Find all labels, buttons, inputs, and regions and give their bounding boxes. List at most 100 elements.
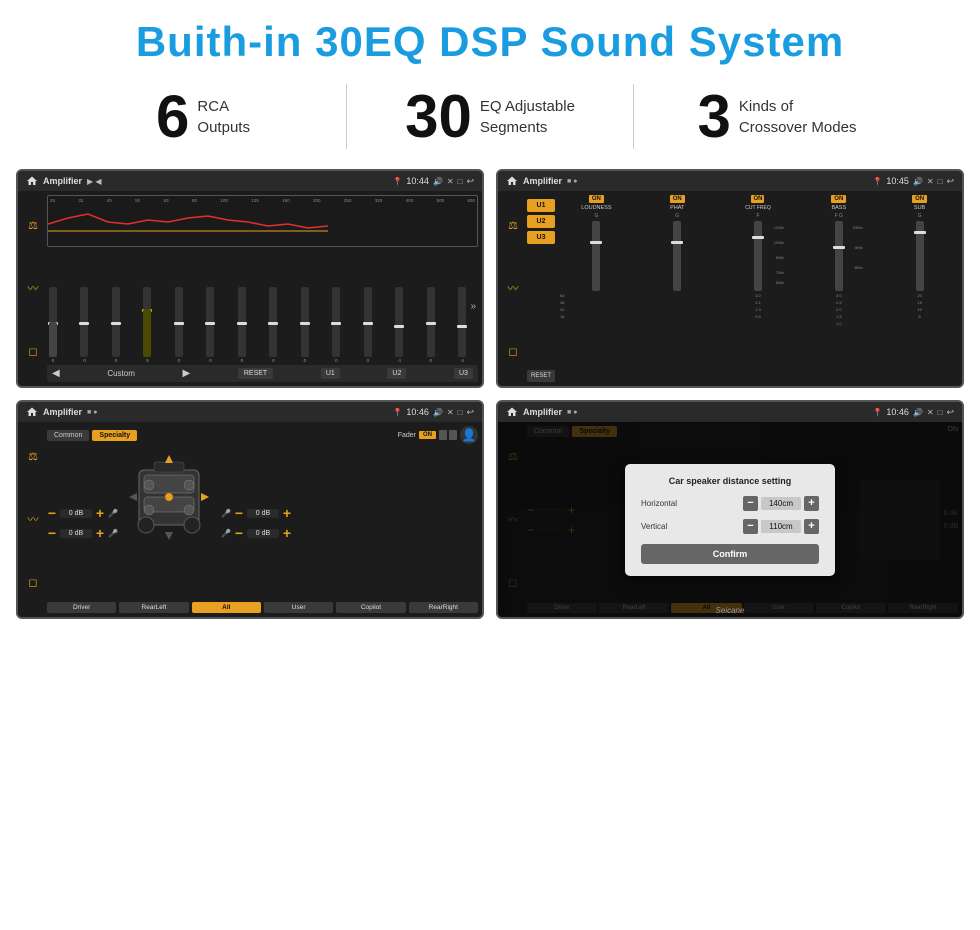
minus-3[interactable]: − [234,505,244,521]
screens-grid: Amplifier ▶ ◀ 📍 10:44 🔊 ✕ □ ↩ ⚖ 〰 ◻ [0,163,980,623]
dialog-vertical-minus[interactable]: − [743,519,758,534]
close-icon-2[interactable]: ✕ [927,177,934,186]
vol-icon-4: 🔊 [913,408,923,417]
amp-body: ⚖ 〰 ◻ U1 U2 U3 RESET ON LOUDNESS G [498,191,962,386]
eq-body: ⚖ 〰 ◻ 25 32 40 50 63 80 100 125 [18,191,482,386]
fader-body: ⚖ 〰 ◻ Common Specialty Fader ON [18,422,482,617]
eq-curve-svg [48,196,477,246]
eq-icon-2[interactable]: 〰 [28,280,39,296]
eq-bottom-bar: ◀ Custom ▶ RESET U1 U2 U3 [47,365,478,382]
eq-icon-3[interactable]: ◻ [28,345,37,358]
fader-icon-3[interactable]: ◻ [28,576,37,589]
eq-main-area: 25 32 40 50 63 80 100 125 160 200 250 32… [47,195,478,382]
close-icon-1[interactable]: ✕ [447,177,454,186]
preset-u2[interactable]: U2 [527,215,555,228]
window-icon-4[interactable]: □ [938,408,943,417]
time-1: 10:44 [406,176,429,186]
back-icon-4[interactable]: ↩ [946,407,954,418]
stat-label-eq: EQ AdjustableSegments [480,96,575,138]
fader-icon-2[interactable]: 〰 [28,511,39,527]
fader-sidebar: ⚖ 〰 ◻ [22,426,44,613]
home-icon-1[interactable] [26,175,38,187]
home-icon-3[interactable] [26,406,38,418]
eq-u3-btn[interactable]: U3 [454,368,473,379]
time-3: 10:46 [406,407,429,417]
preset-u3[interactable]: U3 [527,231,555,244]
dialog-vertical-value: 110cm [761,520,801,533]
eq-next-btn[interactable]: ▶ [183,368,191,379]
close-icon-4[interactable]: ✕ [927,408,934,417]
eq-u1-btn[interactable]: U1 [321,368,340,379]
page-title: Buith-in 30EQ DSP Sound System [0,0,980,76]
amp-icon-2[interactable]: 〰 [508,280,519,296]
stat-number-30: 30 [405,87,472,147]
minus-2[interactable]: − [47,525,57,541]
eq-reset-btn[interactable]: RESET [238,368,273,379]
plus-1[interactable]: + [95,505,105,521]
location-icon-3: 📍 [392,408,402,417]
preset-u1[interactable]: U1 [527,199,555,212]
status-bar-4: Amplifier ■ ● 📍 10:46 🔊 ✕ □ ↩ [498,402,962,422]
confirm-button[interactable]: Confirm [641,544,819,564]
screen-amp: Amplifier ■ ● 📍 10:45 🔊 ✕ □ ↩ ⚖ 〰 ◻ U1 [496,169,964,388]
stat-label-crossover: Kinds ofCrossover Modes [739,96,857,138]
screen-dialog: Amplifier ■ ● 📍 10:46 🔊 ✕ □ ↩ ⚖ 〰 ◻ Comm… [496,400,964,619]
dialog-vertical-label: Vertical [641,522,693,531]
amp-icon-3[interactable]: ◻ [508,345,517,358]
expand-icon[interactable]: » [470,301,476,312]
volume-icon-1: 🔊 [433,177,443,186]
window-icon-1[interactable]: □ [458,177,463,186]
back-icon-1[interactable]: ↩ [466,176,474,187]
driver-btn[interactable]: Driver [47,602,116,613]
stat-rca: 6 RCAOutputs [60,87,346,147]
watermark: Seicane [498,606,962,615]
dialog-vertical-plus[interactable]: + [804,519,819,534]
dialog-horizontal-plus[interactable]: + [804,496,819,511]
amp-icon-1[interactable]: ⚖ [508,219,518,232]
eq-sliders: 0 0 0 [47,249,478,363]
profile-icon[interactable]: 👤 [460,426,478,444]
back-icon-3[interactable]: ↩ [466,407,474,418]
vol-icon-2: 🔊 [913,177,923,186]
all-btn[interactable]: All [192,602,261,613]
location-icon-1: 📍 [392,177,402,186]
window-icon-3[interactable]: □ [458,408,463,417]
screen-title-4: Amplifier [523,407,562,417]
copilot-btn[interactable]: Copilot [336,602,405,613]
plus-3[interactable]: + [282,505,292,521]
channel-phat: ON PHAT G [639,195,716,382]
stat-label-rca: RCAOutputs [197,96,250,138]
status-bar-3: Amplifier ■ ● 📍 10:46 🔊 ✕ □ ↩ [18,402,482,422]
eq-prev-btn[interactable]: ◀ [52,368,60,379]
close-icon-3[interactable]: ✕ [447,408,454,417]
home-icon-4[interactable] [506,406,518,418]
eq-icon-1[interactable]: ⚖ [28,219,38,232]
stat-eq: 30 EQ AdjustableSegments [347,87,633,147]
stat-number-6: 6 [156,87,189,147]
plus-4[interactable]: + [282,525,292,541]
home-icon-2[interactable] [506,175,518,187]
eq-graph: 25 32 40 50 63 80 100 125 160 200 250 32… [47,195,478,247]
eq-sidebar: ⚖ 〰 ◻ [22,195,44,382]
minus-4[interactable]: − [234,525,244,541]
rearleft-btn[interactable]: RearLeft [119,602,188,613]
eq-u2-btn[interactable]: U2 [387,368,406,379]
user-btn[interactable]: User [264,602,333,613]
location-icon-4: 📍 [872,408,882,417]
dialog-title: Car speaker distance setting [641,476,819,486]
window-icon-2[interactable]: □ [938,177,943,186]
nav-icons-1: ▶ ◀ [87,177,102,186]
fader-icon-1[interactable]: ⚖ [28,450,38,463]
screen-fader: Amplifier ■ ● 📍 10:46 🔊 ✕ □ ↩ ⚖ 〰 ◻ [16,400,484,619]
back-icon-2[interactable]: ↩ [946,176,954,187]
plus-2[interactable]: + [95,525,105,541]
amp-reset-btn[interactable]: RESET [527,370,555,382]
stats-row: 6 RCAOutputs 30 EQ AdjustableSegments 3 … [0,76,980,163]
status-bar-1: Amplifier ▶ ◀ 📍 10:44 🔊 ✕ □ ↩ [18,171,482,191]
minus-1[interactable]: − [47,505,57,521]
tab-specialty[interactable]: Specialty [92,430,137,441]
amp-sidebar: ⚖ 〰 ◻ [502,195,524,382]
tab-common[interactable]: Common [47,430,89,441]
rearright-btn[interactable]: RearRight [409,602,478,613]
dialog-horizontal-minus[interactable]: − [743,496,758,511]
